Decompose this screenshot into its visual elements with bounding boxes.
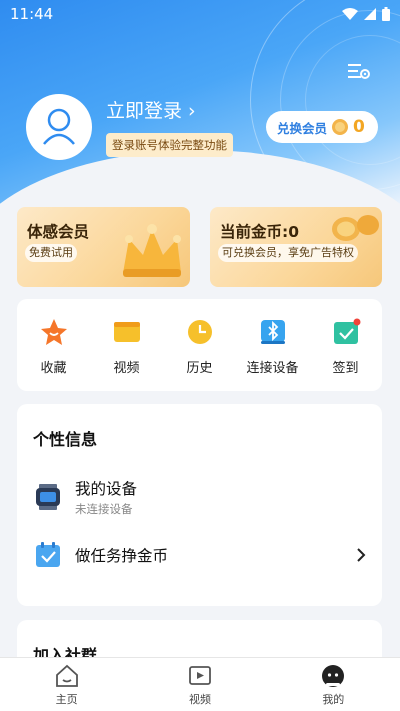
row-subtitle: 未连接设备: [75, 502, 133, 516]
checkin-icon: [333, 318, 360, 344]
quick-action-checkin[interactable]: 签到: [313, 317, 379, 391]
nav-tab-profile[interactable]: 我的: [288, 658, 378, 711]
crown-icon: [123, 224, 181, 277]
quick-action-connect-device[interactable]: 连接设备: [240, 317, 306, 391]
folder-icon: [113, 322, 140, 342]
user-icon: [43, 108, 75, 145]
status-icons: [342, 7, 390, 21]
wifi-icon: [342, 8, 358, 20]
personal-info-card: 个性信息 我的设备 未连接设备 做任务挣金币: [17, 404, 382, 606]
promo-title: 当前金币:0: [220, 223, 299, 241]
nav-tab-video[interactable]: 视频: [155, 658, 245, 711]
signal-icon: [364, 8, 376, 20]
row-title: 做任务挣金币: [75, 547, 169, 565]
status-bar: 11:44: [0, 0, 400, 28]
bottom-nav: 主页 视频 我的: [0, 657, 400, 711]
quick-action-label: 收藏: [40, 361, 67, 376]
login-link[interactable]: 立即登录 ›: [106, 96, 196, 123]
membership-trial-card[interactable]: 体感会员 免费试用: [17, 207, 190, 287]
nav-label: 主页: [55, 693, 78, 706]
quick-action-history[interactable]: 历史: [167, 317, 233, 391]
home-icon: [55, 664, 78, 687]
star-icon: [40, 319, 67, 345]
settings-icon[interactable]: [348, 62, 370, 80]
nav-label: 视频: [188, 693, 211, 706]
quick-action-label: 视频: [113, 361, 140, 376]
quick-action-favorites[interactable]: 收藏: [21, 317, 87, 391]
quick-action-label: 连接设备: [246, 361, 299, 376]
redeem-label: 兑换会员: [277, 120, 328, 136]
avatar[interactable]: [26, 94, 92, 160]
profile-icon: [322, 665, 345, 687]
quick-action-videos[interactable]: 视频: [94, 317, 160, 391]
task-calendar-icon: [36, 542, 60, 567]
promo-title: 体感会员: [27, 223, 90, 241]
clock-icon: [187, 320, 212, 344]
promo-subtitle: 免费试用: [25, 244, 77, 262]
section-title: 个性信息: [33, 430, 98, 449]
watch-icon: [36, 484, 60, 510]
earn-coins-row[interactable]: 做任务挣金币: [33, 530, 368, 580]
quick-action-label: 历史: [186, 361, 213, 376]
chevron-right-icon: [357, 548, 366, 562]
status-time: 11:44: [10, 5, 54, 23]
nav-tab-home[interactable]: 主页: [22, 658, 112, 711]
nav-label: 我的: [322, 693, 345, 706]
quick-action-label: 签到: [332, 361, 359, 376]
promo-subtitle: 可兑换会员，享免广告特权: [218, 244, 358, 262]
redeem-membership-button[interactable]: 兑换会员 0: [266, 111, 378, 143]
quick-actions-card: 收藏 视频 历史 连接设备 签到: [17, 299, 382, 391]
battery-icon: [382, 7, 390, 21]
my-device-row[interactable]: 我的设备 未连接设备: [33, 472, 368, 522]
coin-count: 0: [353, 117, 365, 137]
bluetooth-icon: [260, 320, 285, 344]
coin-balance-card[interactable]: 当前金币:0 可兑换会员，享免广告特权: [210, 207, 382, 287]
login-hint-badge: 登录账号体验完整功能: [106, 133, 233, 157]
video-icon: [189, 666, 211, 685]
coins-icon: [332, 215, 379, 241]
row-title: 我的设备: [75, 480, 138, 498]
coin-icon: [332, 119, 349, 135]
